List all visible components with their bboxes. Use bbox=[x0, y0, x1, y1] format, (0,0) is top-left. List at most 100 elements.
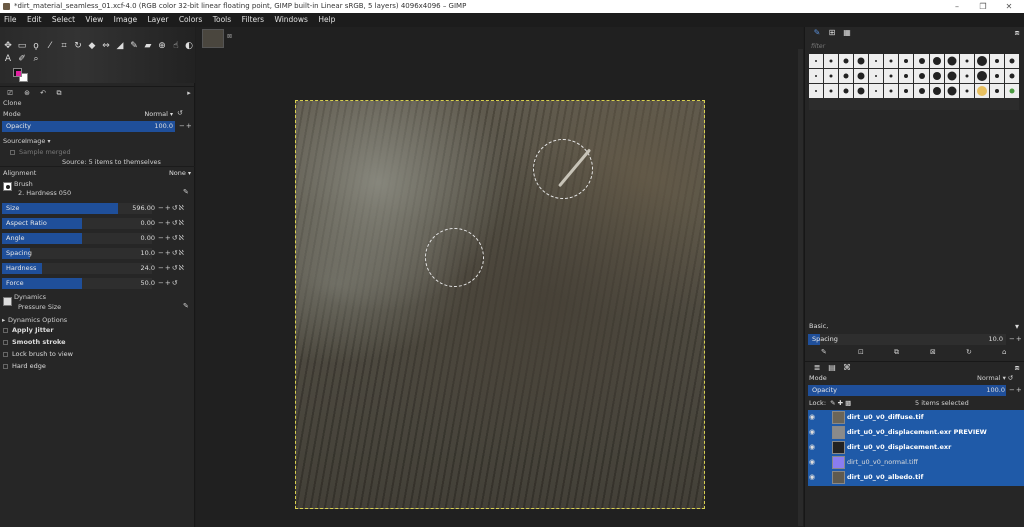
edit-brush-button-icon[interactable]: ✎ bbox=[821, 348, 827, 356]
brush-item[interactable] bbox=[809, 84, 824, 98]
smudge-icon[interactable]: ☝ bbox=[171, 41, 181, 51]
brush-item[interactable] bbox=[959, 54, 974, 68]
layer-row[interactable]: ◉ dirt_u0_v0_displacement.exr bbox=[805, 440, 1024, 455]
brush-item[interactable] bbox=[824, 54, 839, 68]
aspect-ratio-slider[interactable]: Aspect Ratio bbox=[2, 218, 82, 229]
hard-edge-row[interactable]: Hard edge bbox=[3, 361, 46, 371]
duplicate-brush-icon[interactable]: ⧉ bbox=[894, 348, 899, 357]
brush-spacing-slider[interactable]: Spacing bbox=[808, 334, 838, 345]
eye-icon[interactable]: ◉ bbox=[809, 440, 815, 455]
refresh-brushes-icon[interactable]: ↻ bbox=[966, 348, 972, 356]
spacing-slider[interactable]: Spacing bbox=[2, 248, 32, 259]
lock-pixels-icon[interactable]: ✎ bbox=[830, 399, 835, 407]
open-brush-icon[interactable]: ⌂ bbox=[1002, 348, 1006, 356]
crop-icon[interactable]: ⌗ bbox=[59, 41, 69, 51]
brush-grid[interactable] bbox=[809, 54, 1019, 110]
eye-icon[interactable]: ◉ bbox=[809, 470, 815, 485]
layers-mode-dropdown[interactable]: Normal ▾ ↺ bbox=[977, 373, 1013, 384]
brush-item[interactable] bbox=[974, 54, 989, 68]
brush-item[interactable] bbox=[809, 69, 824, 83]
brush-item[interactable] bbox=[929, 84, 944, 98]
force-slider[interactable]: Force bbox=[2, 278, 82, 289]
flip-icon[interactable]: ⇔ bbox=[101, 41, 111, 51]
menu-windows[interactable]: Windows bbox=[270, 13, 311, 27]
angle-controls[interactable]: −+↺ℵ bbox=[158, 233, 185, 244]
dodge-icon[interactable]: ◐ bbox=[184, 41, 194, 51]
brush-item[interactable] bbox=[854, 54, 869, 68]
menu-image[interactable]: Image bbox=[110, 13, 142, 27]
menu-filters[interactable]: Filters bbox=[238, 13, 268, 27]
eraser-icon[interactable]: ▰ bbox=[143, 41, 153, 51]
brush-item[interactable] bbox=[914, 54, 929, 68]
maximize-button[interactable]: ❐ bbox=[970, 0, 996, 13]
paths-tab-icon[interactable]: ⌘ bbox=[841, 362, 853, 374]
brush-item[interactable] bbox=[989, 69, 1004, 83]
right-dock-menu-icon[interactable]: ⧈ bbox=[1011, 27, 1023, 39]
paintbrush-icon[interactable]: ✎ bbox=[129, 41, 139, 51]
menu-edit[interactable]: Edit bbox=[23, 13, 46, 27]
fonts-tab-icon[interactable]: ▦ bbox=[841, 27, 853, 39]
spacing-controls[interactable]: −+↺ℵ bbox=[158, 248, 185, 259]
fg-bg-colors[interactable] bbox=[13, 68, 29, 82]
hard-edge-checkbox[interactable] bbox=[3, 363, 8, 369]
menu-layer[interactable]: Layer bbox=[144, 13, 173, 27]
aspect-controls[interactable]: −+↺ℵ bbox=[158, 218, 185, 229]
menu-file[interactable]: File bbox=[0, 13, 21, 27]
foreground-color-swatch[interactable] bbox=[13, 68, 22, 77]
delete-brush-icon[interactable]: ⊠ bbox=[930, 348, 936, 356]
eye-icon[interactable]: ◉ bbox=[809, 455, 815, 470]
menu-help[interactable]: Help bbox=[314, 13, 339, 27]
apply-jitter-checkbox[interactable] bbox=[3, 327, 8, 333]
dynamics-preview-icon[interactable] bbox=[3, 297, 12, 306]
menu-tools[interactable]: Tools bbox=[209, 13, 235, 27]
size-slider[interactable]: Size bbox=[2, 203, 118, 214]
layer-row[interactable]: ◉ dirt_u0_v0_albedo.tif bbox=[805, 470, 1024, 485]
brush-item[interactable] bbox=[854, 84, 869, 98]
brush-item[interactable] bbox=[869, 54, 884, 68]
mode-dropdown[interactable]: Normal ▾ bbox=[144, 108, 173, 121]
fuzzy-select-icon[interactable]: ⁄ bbox=[45, 41, 55, 51]
layer-row[interactable]: ◉ dirt_u0_v0_diffuse.tif bbox=[805, 410, 1024, 425]
text-tool-icon[interactable]: A bbox=[3, 54, 13, 64]
menu-select[interactable]: Select bbox=[48, 13, 79, 27]
lasso-icon[interactable]: ϙ bbox=[31, 41, 41, 51]
size-controls[interactable]: −+↺ℵ bbox=[158, 203, 185, 214]
brush-item[interactable] bbox=[869, 69, 884, 83]
brush-item[interactable] bbox=[959, 84, 974, 98]
brush-filter-input[interactable]: filter bbox=[811, 43, 825, 50]
brush-item[interactable] bbox=[974, 69, 989, 83]
brush-item[interactable] bbox=[854, 69, 869, 83]
zoom-icon[interactable]: ⌕ bbox=[31, 54, 41, 64]
brush-item[interactable] bbox=[959, 69, 974, 83]
image-tab-thumbnail[interactable] bbox=[202, 29, 224, 48]
brush-item[interactable] bbox=[914, 69, 929, 83]
menu-view[interactable]: View bbox=[81, 13, 107, 27]
rect-select-icon[interactable]: ▭ bbox=[17, 41, 27, 51]
layers-opacity-stepper[interactable]: −+ bbox=[1009, 385, 1023, 396]
force-controls[interactable]: −+↺ bbox=[158, 278, 179, 289]
brush-item[interactable] bbox=[839, 84, 854, 98]
brush-item[interactable] bbox=[1004, 69, 1019, 83]
brush-item[interactable] bbox=[899, 84, 914, 98]
clone-tool-icon[interactable]: ⊕ bbox=[157, 41, 167, 51]
menu-colors[interactable]: Colors bbox=[175, 13, 207, 27]
brush-item[interactable] bbox=[1004, 54, 1019, 68]
warp-icon[interactable]: ◆ bbox=[87, 41, 97, 51]
patterns-tab-icon[interactable]: ⊞ bbox=[826, 27, 838, 39]
brush-item[interactable] bbox=[839, 54, 854, 68]
brush-item[interactable] bbox=[944, 69, 959, 83]
angle-slider[interactable]: Angle bbox=[2, 233, 82, 244]
close-button[interactable]: ✕ bbox=[996, 0, 1022, 13]
brush-preview[interactable] bbox=[3, 182, 12, 191]
color-picker-icon[interactable]: ✐ bbox=[17, 54, 27, 64]
lock-brush-checkbox[interactable] bbox=[3, 351, 8, 357]
lock-alpha-icon[interactable]: ▩ bbox=[845, 399, 851, 407]
brush-item[interactable] bbox=[929, 69, 944, 83]
hardness-controls[interactable]: −+↺ℵ bbox=[158, 263, 185, 274]
brush-item[interactable] bbox=[944, 84, 959, 98]
rotate-icon[interactable]: ↻ bbox=[73, 41, 83, 51]
layer-row[interactable]: ◉ dirt_u0_v0_displacement.exr PREVIEW bbox=[805, 425, 1024, 440]
brush-item[interactable] bbox=[944, 54, 959, 68]
minimize-button[interactable]: – bbox=[944, 0, 970, 13]
canvas-vertical-scrollbar[interactable] bbox=[798, 49, 803, 526]
